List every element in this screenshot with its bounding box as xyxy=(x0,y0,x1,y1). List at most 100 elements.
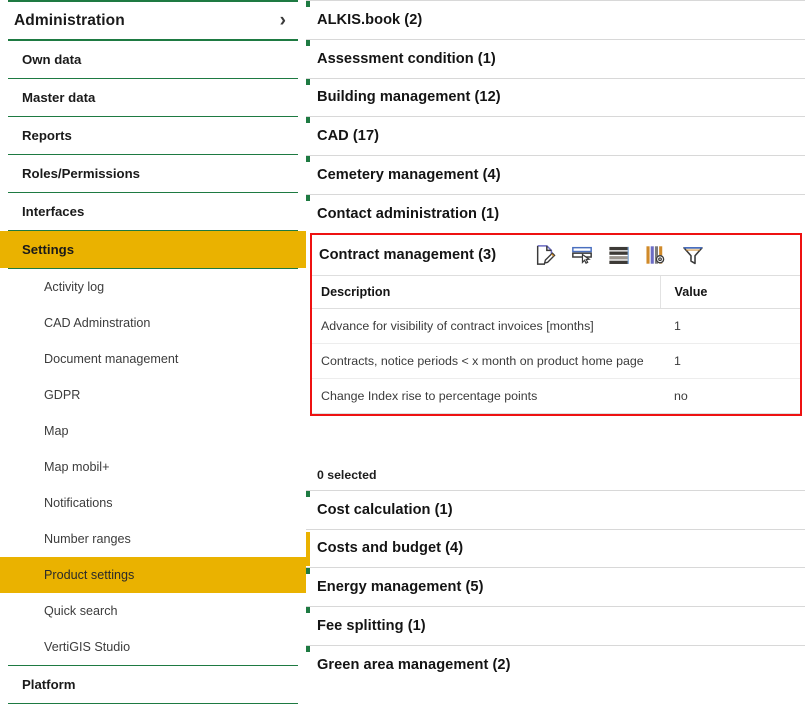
group-list-bottom: Cost calculation (1) Costs and budget (4)… xyxy=(306,489,805,684)
cell-value: 1 xyxy=(660,308,800,344)
sidebar-item-roles-permissions[interactable]: Roles/Permissions xyxy=(0,155,306,192)
sidebar-item-master-data[interactable]: Master data xyxy=(0,79,306,116)
select-all-rows-icon[interactable] xyxy=(606,242,632,268)
group-row-label: Energy management (5) xyxy=(317,579,484,596)
sidebar-item-interfaces[interactable]: Interfaces xyxy=(0,193,306,230)
sidebar-item-label: Interfaces xyxy=(22,204,85,219)
sidebar-item-activity-log[interactable]: Activity log xyxy=(0,269,306,305)
filter-icon[interactable] xyxy=(680,242,706,268)
group-marker-icon xyxy=(306,568,310,575)
group-marker-icon xyxy=(306,156,310,163)
group-marker-icon xyxy=(306,194,310,201)
contract-management-panel: Contract management (3) Description Valu… xyxy=(310,232,802,416)
group-row-costs-and-budget[interactable]: Costs and budget (4) xyxy=(306,528,805,568)
edit-document-icon[interactable] xyxy=(532,242,558,268)
group-row-label: Contact administration (1) xyxy=(317,205,500,222)
sidebar-item-label: Map xyxy=(44,424,69,438)
table-row[interactable]: Advance for visibility of contract invoi… xyxy=(312,308,800,344)
select-row-icon[interactable] xyxy=(569,242,595,268)
column-settings-icon[interactable] xyxy=(643,242,669,268)
table-row[interactable]: Change Index rise to percentage points no xyxy=(312,378,800,414)
table-row[interactable]: Contracts, notice periods < x month on p… xyxy=(312,343,800,379)
group-marker-icon xyxy=(306,1,310,7)
sidebar-item-label: Product settings xyxy=(44,568,135,582)
sidebar-item-map-mobil[interactable]: Map mobil+ xyxy=(0,449,306,485)
contract-management-title: Contract management (3) xyxy=(319,246,497,263)
group-marker-icon xyxy=(306,39,310,46)
group-row-assessment-condition[interactable]: Assessment condition (1) xyxy=(306,38,805,78)
sidebar-item-own-data[interactable]: Own data xyxy=(0,41,306,78)
panel-spacer xyxy=(306,416,805,460)
group-row-cost-calculation[interactable]: Cost calculation (1) xyxy=(306,489,805,529)
contract-management-header[interactable]: Contract management (3) xyxy=(312,234,800,275)
cell-description: Change Index rise to percentage points xyxy=(312,378,660,414)
cell-description: Contracts, notice periods < x month on p… xyxy=(312,343,660,379)
sidebar-item-label: VertiGIS Studio xyxy=(44,640,131,654)
sidebar-divider xyxy=(8,703,298,704)
group-row-contact-administration[interactable]: Contact administration (1) xyxy=(306,193,805,233)
cell-value: no xyxy=(660,378,800,414)
group-row-label: Costs and budget (4) xyxy=(317,540,464,557)
sidebar-item-document-management[interactable]: Document management xyxy=(0,341,306,377)
group-row-label: Cemetery management (4) xyxy=(317,167,501,184)
contract-settings-table: Description Value Advance for visibility… xyxy=(312,274,800,414)
group-marker-icon xyxy=(306,78,310,85)
sidebar-item-settings[interactable]: Settings xyxy=(0,231,306,268)
cell-description: Advance for visibility of contract invoi… xyxy=(312,308,660,344)
sidebar-item-notifications[interactable]: Notifications xyxy=(0,485,306,521)
group-row-fee-splitting[interactable]: Fee splitting (1) xyxy=(306,606,805,645)
group-list-top: ALKIS.book (2) Assessment condition (1) Bu… xyxy=(306,0,805,233)
sidebar-item-label: Number ranges xyxy=(44,532,131,546)
sidebar-item-label: Map mobil+ xyxy=(44,460,110,474)
product-settings-screen: Administration › Own data Master data Repo… xyxy=(0,0,805,714)
group-row-label: Green area management (2) xyxy=(317,656,511,673)
sidebar-item-label: CAD Adminstration xyxy=(44,316,151,330)
selection-status-bar: 0 selected xyxy=(306,460,805,490)
group-row-green-area-management[interactable]: Green area management (2) xyxy=(306,644,805,684)
sidebar-item-product-settings[interactable]: Product settings xyxy=(0,557,306,593)
group-row-label: Cost calculation (1) xyxy=(317,501,453,518)
sidebar-item-label: Document management xyxy=(44,352,179,366)
group-row-label: Fee splitting (1) xyxy=(317,618,426,635)
sidebar-item-label: GDPR xyxy=(44,388,81,402)
sidebar-item-label: Reports xyxy=(22,128,72,143)
group-row-cemetery-management[interactable]: Cemetery management (4) xyxy=(306,155,805,194)
group-active-marker xyxy=(306,531,310,566)
sidebar-item-cad-adminstration[interactable]: CAD Adminstration xyxy=(0,305,306,341)
sidebar-item-map[interactable]: Map xyxy=(0,413,306,449)
sidebar-item-number-ranges[interactable]: Number ranges xyxy=(0,521,306,557)
sidebar-item-label: Quick search xyxy=(44,604,118,618)
group-row-label: CAD (17) xyxy=(317,128,380,145)
column-header-value[interactable]: Value xyxy=(659,274,800,309)
sidebar-item-quick-search[interactable]: Quick search xyxy=(0,593,306,629)
group-row-label: Assessment condition (1) xyxy=(317,50,496,67)
sidebar-item-platform[interactable]: Platform xyxy=(0,666,306,703)
sidebar-item-label: Settings xyxy=(22,242,75,257)
product-settings-groups: ALKIS.book (2) Assessment condition (1) Bu… xyxy=(306,0,805,714)
sidebar-item-reports[interactable]: Reports xyxy=(0,117,306,154)
sidebar-item-label: Master data xyxy=(22,90,96,105)
sidebar-item-label: Roles/Permissions xyxy=(22,166,141,181)
administration-sidebar: Administration › Own data Master data Repo… xyxy=(0,0,306,714)
column-header-description[interactable]: Description xyxy=(312,274,660,309)
contract-management-toolbar xyxy=(532,242,706,268)
group-marker-icon xyxy=(306,645,310,652)
sidebar-title: Administration xyxy=(14,11,125,29)
sidebar-item-label: Platform xyxy=(22,677,76,692)
group-marker-icon xyxy=(306,490,310,497)
sidebar-item-vertigis-studio[interactable]: VertiGIS Studio xyxy=(0,629,306,665)
chevron-right-icon[interactable]: › xyxy=(280,11,292,30)
group-row-label: ALKIS.book (2) xyxy=(317,11,423,28)
sidebar-header[interactable]: Administration › xyxy=(0,2,306,39)
group-marker-icon xyxy=(306,117,310,124)
group-row-energy-management[interactable]: Energy management (5) xyxy=(306,567,805,607)
table-header-row: Description Value xyxy=(312,274,800,309)
sidebar-item-gdpr[interactable]: GDPR xyxy=(0,377,306,413)
group-marker-icon xyxy=(306,607,310,614)
group-row-cad[interactable]: CAD (17) xyxy=(306,116,805,156)
sidebar-item-label: Own data xyxy=(22,52,82,67)
group-row-building-management[interactable]: Building management (12) xyxy=(306,77,805,117)
selected-count-label: 0 selected xyxy=(317,467,377,482)
sidebar-item-label: Notifications xyxy=(44,496,113,510)
group-row-alkis-book[interactable]: ALKIS.book (2) xyxy=(306,0,805,39)
